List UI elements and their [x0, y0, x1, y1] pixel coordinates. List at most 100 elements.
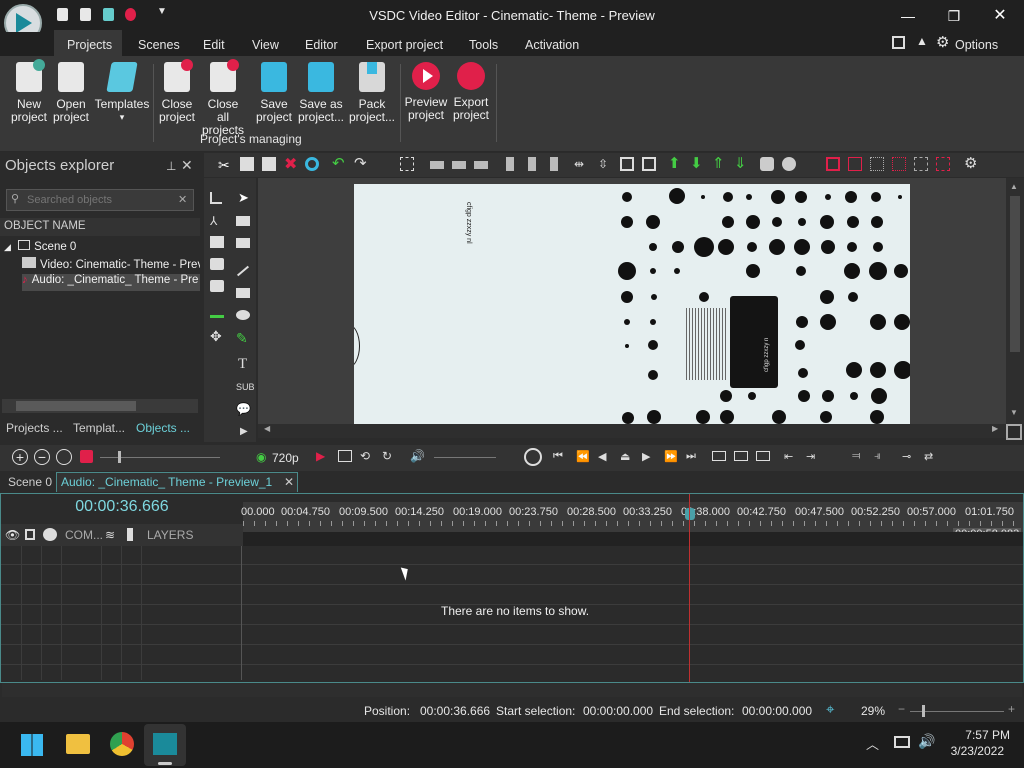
align-right-icon[interactable] [474, 161, 488, 169]
menu-activation[interactable]: Activation [525, 38, 579, 52]
vsdc-taskbar-button[interactable] [144, 724, 186, 766]
scroll-left-icon[interactable]: ◀ [264, 424, 270, 433]
video-play-icon[interactable] [210, 280, 224, 292]
file-explorer-icon[interactable] [66, 734, 90, 754]
freeform-icon[interactable]: ✎ [236, 330, 248, 347]
move-icon[interactable]: ✥ [210, 328, 222, 345]
menu-tools[interactable]: Tools [469, 38, 498, 52]
fit-all-icon[interactable] [642, 157, 656, 171]
split-icon[interactable] [338, 450, 352, 462]
tree-item-video[interactable]: Video: Cinematic- Theme - Prev [22, 257, 200, 274]
close-all-projects-button[interactable]: Close all projects [200, 59, 246, 137]
minimize-button[interactable]: — [898, 6, 918, 26]
zoom-fit-icon[interactable] [56, 449, 72, 465]
menu-editor[interactable]: Editor [305, 38, 338, 52]
panel-close-icon[interactable]: ✕ [181, 157, 193, 174]
fit-window-icon[interactable] [1006, 424, 1022, 440]
clock-icon[interactable] [524, 448, 542, 466]
tab-audio-file[interactable]: Audio: _Cinematic_ Theme - Preview_1 ✕ [56, 472, 298, 492]
previous-frame-icon[interactable]: ◀ [598, 450, 606, 463]
video-object-icon[interactable] [236, 216, 250, 226]
scroll-down-icon[interactable]: ▼ [1010, 408, 1018, 417]
slider-thumb[interactable] [118, 451, 121, 463]
go-to-end-icon[interactable]: ⏭ [686, 450, 696, 463]
speaker-icon[interactable]: 🔊 [918, 733, 935, 750]
collapse-ribbon-icon[interactable]: ▲ [916, 34, 928, 48]
canvas-vertical-scrollbar[interactable]: ▲ ▼ [1006, 178, 1024, 424]
mark-out-icon[interactable] [734, 451, 748, 461]
record-play-icon[interactable]: ▶ [316, 449, 325, 463]
visibility-eye-icon[interactable]: 👁 [5, 528, 20, 542]
select-all-icon[interactable] [305, 157, 319, 171]
gear-icon[interactable]: ⚙ [936, 33, 949, 51]
zoom-out-icon[interactable]: − [34, 449, 50, 465]
save-as-project-button[interactable]: Save as project... [297, 62, 345, 124]
clear-search-icon[interactable]: ✕ [178, 193, 187, 206]
network-icon[interactable] [894, 736, 910, 748]
record-icon[interactable] [80, 450, 93, 463]
play-button-icon[interactable]: ▶ [642, 450, 650, 463]
mark-in-icon[interactable] [712, 451, 726, 461]
screen-icon[interactable] [236, 238, 250, 248]
callout-icon[interactable]: 💬 [236, 402, 251, 416]
redo-icon[interactable]: ↷ [354, 154, 368, 172]
tray-chevron-icon[interactable]: ︿ [866, 734, 879, 753]
eye-icon[interactable]: ◉ [256, 450, 266, 464]
fast-forward-icon[interactable]: ⏩ [664, 450, 678, 463]
options-menu[interactable]: Options [955, 38, 998, 52]
crop-icon[interactable] [400, 157, 414, 171]
same-width-icon[interactable]: ⇹ [574, 157, 588, 171]
text-icon[interactable]: T [238, 356, 247, 373]
preview-project-button[interactable]: Preview project [404, 62, 448, 122]
tree-item-scene[interactable]: ◢ Scene 0 [4, 240, 204, 257]
grid-red-icon[interactable] [892, 157, 906, 171]
pack-project-button[interactable]: Pack project... [348, 62, 396, 124]
rectangle-icon[interactable] [236, 288, 250, 298]
waveform-icon[interactable]: ≋ [105, 528, 115, 542]
fit-size-icon[interactable] [620, 157, 634, 171]
resolution-dropdown[interactable]: 720p [272, 451, 299, 465]
tab-close-icon[interactable]: ✕ [284, 475, 294, 489]
taskbar-date[interactable]: 3/23/2022 [940, 744, 1004, 758]
paste-icon[interactable] [262, 157, 276, 171]
align-timeline-icon[interactable]: ⫤ [852, 450, 860, 463]
grid-icon[interactable] [870, 157, 884, 171]
spectrum-icon[interactable] [210, 306, 224, 318]
repeat-icon[interactable]: ↻ [382, 449, 392, 463]
timeline-ruler[interactable]: 00.000 00:04.750 00:09.500 00:14.250 00:… [241, 502, 1023, 540]
align-center-icon[interactable] [452, 161, 466, 169]
close-button[interactable]: ✕ [990, 6, 1010, 26]
stop-icon[interactable]: ⏏ [620, 450, 630, 463]
volume-slider[interactable] [434, 457, 496, 458]
bring-forward-icon[interactable]: ⇑ [712, 154, 726, 172]
send-backward-icon[interactable]: ⇓ [734, 154, 748, 172]
volume-icon[interactable]: 🔊 [410, 449, 425, 463]
menu-edit[interactable]: Edit [203, 38, 225, 52]
templates-button[interactable]: Templates ▾ [94, 62, 150, 124]
pointer-icon[interactable]: ➤ [238, 190, 249, 206]
audio-object-icon[interactable] [210, 258, 224, 270]
taskbar-time[interactable]: 7:57 PM [940, 728, 1010, 742]
scroll-thumb[interactable] [16, 401, 136, 411]
bring-to-front-icon[interactable]: ⬆ [668, 154, 682, 172]
sprite-icon[interactable]: ⅄ [210, 214, 217, 228]
open-project-button[interactable]: Open project [52, 62, 90, 124]
menu-scenes[interactable]: Scenes [138, 38, 180, 52]
ripple-icon[interactable]: ⇄ [924, 450, 933, 463]
line-icon[interactable] [236, 265, 250, 277]
cut-icon[interactable]: ✂ [218, 157, 232, 173]
zoom-slider-thumb[interactable] [922, 705, 925, 717]
chart-icon[interactable] [210, 192, 222, 204]
ungroup-icon[interactable] [782, 157, 796, 171]
explorer-horizontal-scrollbar[interactable] [2, 399, 198, 413]
align-middle-icon[interactable] [528, 157, 536, 171]
layout-icon[interactable] [892, 36, 905, 49]
chrome-icon[interactable] [110, 732, 134, 756]
zoom-out-small-icon[interactable]: − [898, 702, 905, 716]
new-project-button[interactable]: New project [8, 59, 50, 124]
snap-timeline-icon[interactable]: ⫣ [874, 450, 881, 463]
tab-objects[interactable]: Objects ... [136, 421, 190, 435]
pin-icon[interactable]: ⊥ [166, 159, 176, 173]
fit-icon[interactable]: ⌖ [826, 701, 834, 718]
mark-clear-icon[interactable] [756, 451, 770, 461]
